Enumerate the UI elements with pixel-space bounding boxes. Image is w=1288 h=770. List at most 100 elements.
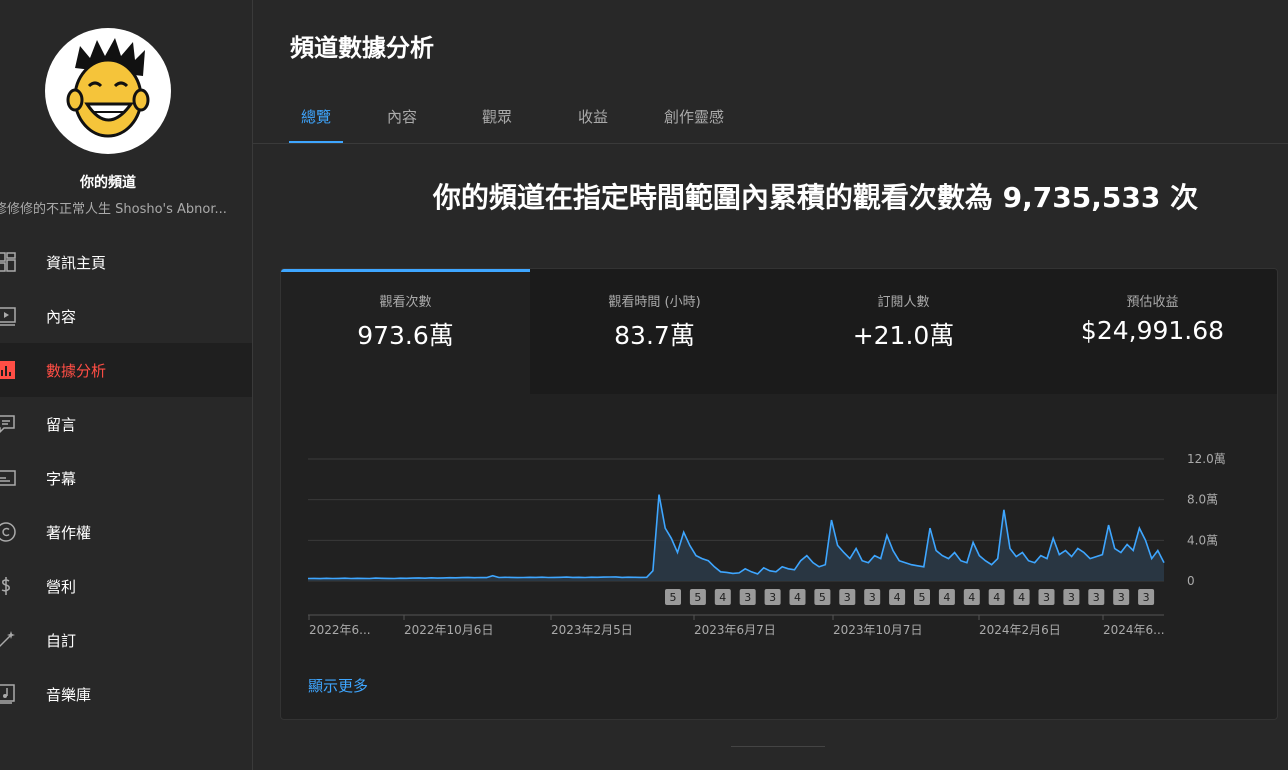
sidebar-item-label: 著作權 bbox=[46, 523, 92, 542]
metric-tabs: 觀看次數 973.6萬 觀看時間 (小時) 83.7萬 訂閱人數 +21.0萬 … bbox=[281, 269, 1277, 394]
page-title: 頻道數據分析 bbox=[290, 34, 434, 62]
copyright-icon bbox=[0, 522, 16, 542]
sidebar-item-label: 營利 bbox=[46, 577, 77, 596]
series-area bbox=[308, 494, 1164, 581]
video-marker-count: 4 bbox=[794, 591, 801, 604]
views-chart[interactable]: 0 4.0萬 8.0萬 12.0萬 5 5 4 3 3 4 5 3 3 4 5 4 4 4 4 3 3 3 3 3 2022年6… bbox=[281, 429, 1277, 669]
analytics-icon bbox=[0, 361, 15, 379]
tab-bar: 總覽 內容 觀眾 收益 創作靈感 bbox=[289, 96, 724, 144]
x-tick-label: 2024年6... bbox=[1103, 623, 1165, 637]
video-marker-count: 5 bbox=[670, 591, 677, 604]
tab-label: 總覽 bbox=[300, 108, 331, 126]
show-more-link[interactable]: 顯示更多 bbox=[308, 675, 368, 696]
headline-number: 9,735,533 bbox=[1002, 181, 1161, 214]
video-marker-count: 4 bbox=[993, 591, 1000, 604]
video-marker-count: 5 bbox=[919, 591, 926, 604]
video-marker-count: 4 bbox=[968, 591, 975, 604]
y-tick-label: 0 bbox=[1187, 574, 1195, 588]
video-marker-count: 3 bbox=[1043, 591, 1050, 604]
channel-avatar[interactable] bbox=[45, 28, 171, 154]
metric-revenue[interactable]: 預估收益 $24,991.68 bbox=[1028, 269, 1277, 394]
sidebar-item-label: 留言 bbox=[46, 415, 77, 434]
x-tick-label: 2023年10月7日 bbox=[833, 623, 922, 637]
video-marker-count: 4 bbox=[894, 591, 901, 604]
views-headline: 你的頻道在指定時間範圍內累積的觀看次數為 9,735,533 次 bbox=[253, 176, 1288, 216]
video-marker-count: 3 bbox=[1118, 591, 1125, 604]
sidebar-item-label: 資訊主頁 bbox=[46, 253, 107, 272]
video-marker-count: 4 bbox=[1018, 591, 1025, 604]
video-marker-count: 3 bbox=[1093, 591, 1100, 604]
monetization-icon bbox=[1, 577, 10, 595]
tab-audience[interactable]: 觀眾 bbox=[482, 96, 512, 144]
headline-prefix: 你的頻道在指定時間範圍內累積的觀看次數為 bbox=[432, 181, 1003, 214]
video-marker-count: 3 bbox=[744, 591, 751, 604]
comments-icon bbox=[0, 415, 15, 434]
sidebar-item-content[interactable]: 內容 bbox=[0, 289, 252, 343]
metric-views[interactable]: 觀看次數 973.6萬 bbox=[281, 269, 530, 394]
channel-subtitle: 修修修的不正常人生 Shosho's Abnor... bbox=[0, 202, 227, 217]
avatar-face-icon bbox=[66, 38, 150, 138]
sidebar-item-label: 自訂 bbox=[46, 631, 77, 650]
sidebar-item-analytics[interactable]: 數據分析 bbox=[0, 343, 252, 397]
tab-label: 收益 bbox=[578, 108, 609, 126]
metric-label: 預估收益 bbox=[1126, 295, 1179, 310]
video-marker-count: 3 bbox=[769, 591, 776, 604]
sidebar-item-label: 字幕 bbox=[46, 469, 77, 488]
tabs-divider bbox=[253, 143, 1288, 144]
y-tick-label: 8.0萬 bbox=[1187, 493, 1218, 507]
video-marker-count: 3 bbox=[1068, 591, 1075, 604]
metric-label: 訂閱人數 bbox=[877, 295, 930, 310]
video-marker-count: 5 bbox=[819, 591, 826, 604]
video-marker-count: 3 bbox=[869, 591, 876, 604]
tab-label: 觀眾 bbox=[482, 108, 513, 126]
video-marker-count: 5 bbox=[694, 591, 701, 604]
customization-icon bbox=[0, 631, 15, 648]
sidebar-item-copyright[interactable]: 著作權 bbox=[0, 505, 252, 559]
video-marker-count: 4 bbox=[943, 591, 950, 604]
sidebar-item-label: 內容 bbox=[46, 307, 77, 326]
x-tick-label: 2022年10月6日 bbox=[404, 623, 493, 637]
video-marker-count: 3 bbox=[1143, 591, 1150, 604]
sidebar-item-customization[interactable]: 自訂 bbox=[0, 613, 252, 667]
tab-label: 內容 bbox=[387, 108, 418, 126]
sidebar: 你的頻道 修修修的不正常人生 Shosho's Abnor... 資訊主頁 內容 bbox=[0, 0, 253, 770]
metric-watch-time[interactable]: 觀看時間 (小時) 83.7萬 bbox=[530, 269, 779, 394]
sidebar-item-label: 音樂庫 bbox=[46, 685, 92, 704]
audio-library-icon bbox=[0, 684, 15, 704]
y-tick-label: 12.0萬 bbox=[1187, 452, 1226, 466]
subtitles-icon bbox=[0, 470, 16, 486]
x-tick-label: 2023年2月5日 bbox=[551, 623, 633, 637]
divider bbox=[731, 746, 825, 747]
tab-inspiration[interactable]: 創作靈感 bbox=[664, 96, 724, 144]
metric-subscribers[interactable]: 訂閱人數 +21.0萬 bbox=[779, 269, 1028, 394]
main-content: 頻道數據分析 總覽 內容 觀眾 收益 創作靈感 你的頻道在指定時間範圍內累積的觀… bbox=[253, 0, 1288, 770]
metric-value: 973.6萬 bbox=[357, 321, 454, 350]
x-tick-label: 2024年2月6日 bbox=[979, 623, 1061, 637]
sidebar-item-dashboard[interactable]: 資訊主頁 bbox=[0, 235, 252, 289]
channel-title: 你的頻道 bbox=[80, 175, 136, 191]
overview-card: 觀看次數 973.6萬 觀看時間 (小時) 83.7萬 訂閱人數 +21.0萬 … bbox=[280, 268, 1278, 720]
content-icon bbox=[0, 307, 16, 326]
x-tick-label: 2023年6月7日 bbox=[694, 623, 776, 637]
sidebar-item-comments[interactable]: 留言 bbox=[0, 397, 252, 451]
sidebar-item-monetization[interactable]: 營利 bbox=[0, 559, 252, 613]
headline-suffix: 次 bbox=[1160, 181, 1199, 214]
y-tick-label: 4.0萬 bbox=[1187, 533, 1218, 547]
metric-value: +21.0萬 bbox=[852, 321, 955, 350]
sidebar-item-audio-library[interactable]: 音樂庫 bbox=[0, 667, 252, 721]
x-tick-label: 2022年6... bbox=[309, 623, 371, 637]
sidebar-item-label: 數據分析 bbox=[46, 361, 107, 380]
metric-value: 83.7萬 bbox=[614, 321, 695, 350]
dashboard-icon bbox=[0, 252, 16, 272]
sidebar-item-subtitles[interactable]: 字幕 bbox=[0, 451, 252, 505]
video-marker-count: 3 bbox=[844, 591, 851, 604]
sidebar-nav: 資訊主頁 內容 數據分析 留言 字幕 著作權 營利 自訂 音樂庫 bbox=[0, 235, 252, 721]
video-marker-count: 4 bbox=[719, 591, 726, 604]
tab-content[interactable]: 內容 bbox=[387, 96, 417, 144]
metric-label: 觀看次數 bbox=[379, 295, 432, 310]
tab-overview[interactable]: 總覽 bbox=[289, 96, 343, 144]
metric-value: $24,991.68 bbox=[1080, 316, 1225, 345]
tab-label: 創作靈感 bbox=[664, 108, 725, 126]
tab-revenue[interactable]: 收益 bbox=[578, 96, 608, 144]
metric-label: 觀看時間 (小時) bbox=[608, 295, 701, 310]
